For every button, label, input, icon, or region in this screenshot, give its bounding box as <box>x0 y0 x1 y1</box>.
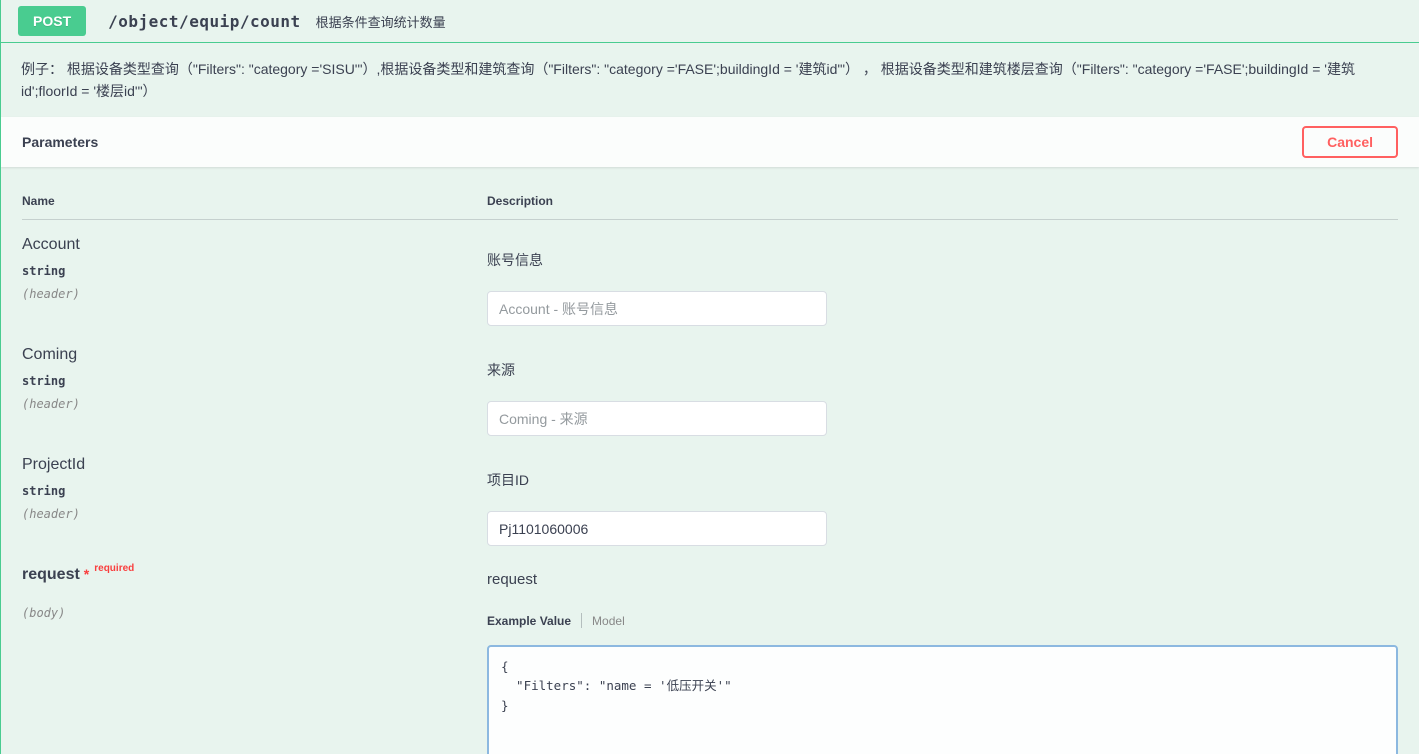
cancel-button[interactable]: Cancel <box>1302 126 1398 158</box>
param-location: (header) <box>22 287 487 301</box>
coming-input[interactable] <box>487 401 827 436</box>
column-header-name: Name <box>22 194 487 208</box>
param-location: (header) <box>22 397 487 411</box>
param-name: Coming <box>22 346 487 364</box>
param-description: request <box>487 571 1398 588</box>
param-name: Account <box>22 236 487 254</box>
param-description: 来源 <box>487 360 1398 380</box>
tab-divider <box>581 613 582 628</box>
table-row-request: request * required (body) request Example … <box>22 550 1398 754</box>
request-body-editor[interactable]: { "Filters": "name = '低压开关'" } <box>487 645 1398 754</box>
tab-model[interactable]: Model <box>592 614 625 628</box>
param-name-cell: Coming string (header) <box>22 346 487 440</box>
param-name: ProjectId <box>22 456 487 474</box>
model-tabs: Example Value Model <box>487 613 1398 628</box>
param-type: string <box>22 374 487 388</box>
param-name-cell: request*required (body) <box>22 566 487 754</box>
parameters-title: Parameters <box>22 134 98 150</box>
param-type: string <box>22 484 487 498</box>
param-description-cell: 来源 <box>487 346 1398 440</box>
parameters-section-header: Parameters Cancel <box>1 117 1419 167</box>
table-row-coming: Coming string (header) 来源 <box>22 330 1398 440</box>
table-row-projectid: ProjectId string (header) 项目ID <box>22 440 1398 550</box>
operation-summary[interactable]: POST /object/equip/count 根据条件查询统计数量 <box>1 0 1419 43</box>
account-input[interactable] <box>487 291 827 326</box>
param-description-cell: request Example Value Model { "Filters":… <box>487 566 1398 754</box>
endpoint-description: 例子： 根据设备类型查询（"Filters": "category ='SISU… <box>1 43 1419 115</box>
param-name-cell: Account string (header) <box>22 236 487 330</box>
param-description: 项目ID <box>487 470 1398 490</box>
tab-example-value[interactable]: Example Value <box>487 614 571 628</box>
param-description-cell: 账号信息 <box>487 236 1398 330</box>
column-header-description: Description <box>487 194 1398 208</box>
operation-block-post: POST /object/equip/count 根据条件查询统计数量 例子： … <box>0 0 1419 754</box>
param-name-cell: ProjectId string (header) <box>22 456 487 550</box>
required-badge: required <box>94 563 134 574</box>
endpoint-path: /object/equip/count <box>108 12 301 31</box>
endpoint-summary: 根据条件查询统计数量 <box>316 12 446 31</box>
param-location: (body) <box>22 606 487 620</box>
param-description: 账号信息 <box>487 250 1398 270</box>
param-name: request*required <box>22 566 487 584</box>
parameters-table-header: Name Description <box>22 167 1398 220</box>
projectid-input[interactable] <box>487 511 827 546</box>
table-row-account: Account string (header) 账号信息 <box>22 220 1398 330</box>
http-method-badge: POST <box>18 6 86 36</box>
param-description-cell: 项目ID <box>487 456 1398 550</box>
param-location: (header) <box>22 507 487 521</box>
param-type: string <box>22 264 487 278</box>
required-asterisk: * <box>84 566 89 582</box>
parameters-table: Name Description Account string (header)… <box>1 167 1419 754</box>
